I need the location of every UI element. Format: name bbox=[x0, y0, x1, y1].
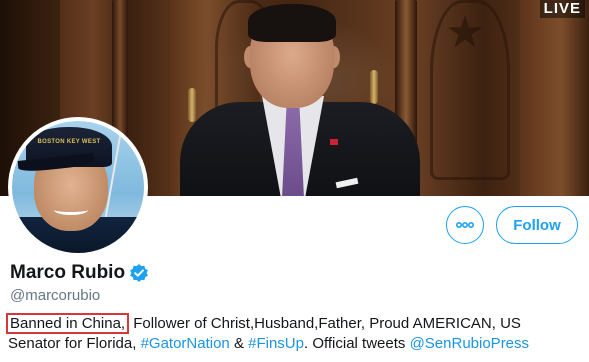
bio-line: Banned in China, Follower of Christ,Husb… bbox=[6, 313, 586, 334]
bio-text: . Official tweets bbox=[303, 335, 410, 352]
mention-link[interactable]: @SenRubioPress bbox=[410, 335, 529, 352]
wood-panel bbox=[520, 0, 589, 196]
follow-button[interactable]: Follow bbox=[496, 206, 578, 244]
flag-pin bbox=[330, 139, 338, 145]
hair bbox=[248, 4, 336, 42]
name-row: Marco Rubio bbox=[10, 262, 149, 284]
bio-text: & bbox=[229, 335, 249, 352]
more-dots-icon bbox=[456, 222, 474, 228]
live-badge: LIVE bbox=[539, 0, 585, 18]
star-emblem-icon: ★ bbox=[445, 8, 485, 57]
avatar-photo: BOSTON KEY WEST bbox=[12, 121, 144, 253]
cap-logo: BOSTON KEY WEST bbox=[37, 139, 101, 145]
banner-speaker-figure bbox=[170, 0, 430, 196]
profile-handle: @marcorubio bbox=[10, 287, 101, 304]
bio-text: Follower of Christ,Husband,Father, Proud… bbox=[129, 315, 521, 332]
display-name[interactable]: Marco Rubio bbox=[10, 262, 125, 284]
verified-badge-icon bbox=[129, 263, 149, 283]
profile-page: ★ LIVE BOSTON KEY WEST Follow Marco Rubi… bbox=[0, 0, 589, 362]
hashtag-link[interactable]: #FinsUp bbox=[248, 335, 304, 352]
more-options-button[interactable] bbox=[446, 206, 484, 244]
bio-line: Senator for Florida, #GatorNation & #Fin… bbox=[8, 334, 586, 353]
bio-text: Senator for Florida, bbox=[8, 335, 141, 352]
highlighted-phrase: Banned in China, bbox=[6, 313, 130, 334]
hashtag-link[interactable]: #GatorNation bbox=[141, 335, 230, 352]
avatar-smile bbox=[54, 205, 88, 215]
profile-bio: Banned in China, Follower of Christ,Husb… bbox=[6, 313, 586, 353]
profile-avatar[interactable]: BOSTON KEY WEST bbox=[8, 117, 148, 257]
